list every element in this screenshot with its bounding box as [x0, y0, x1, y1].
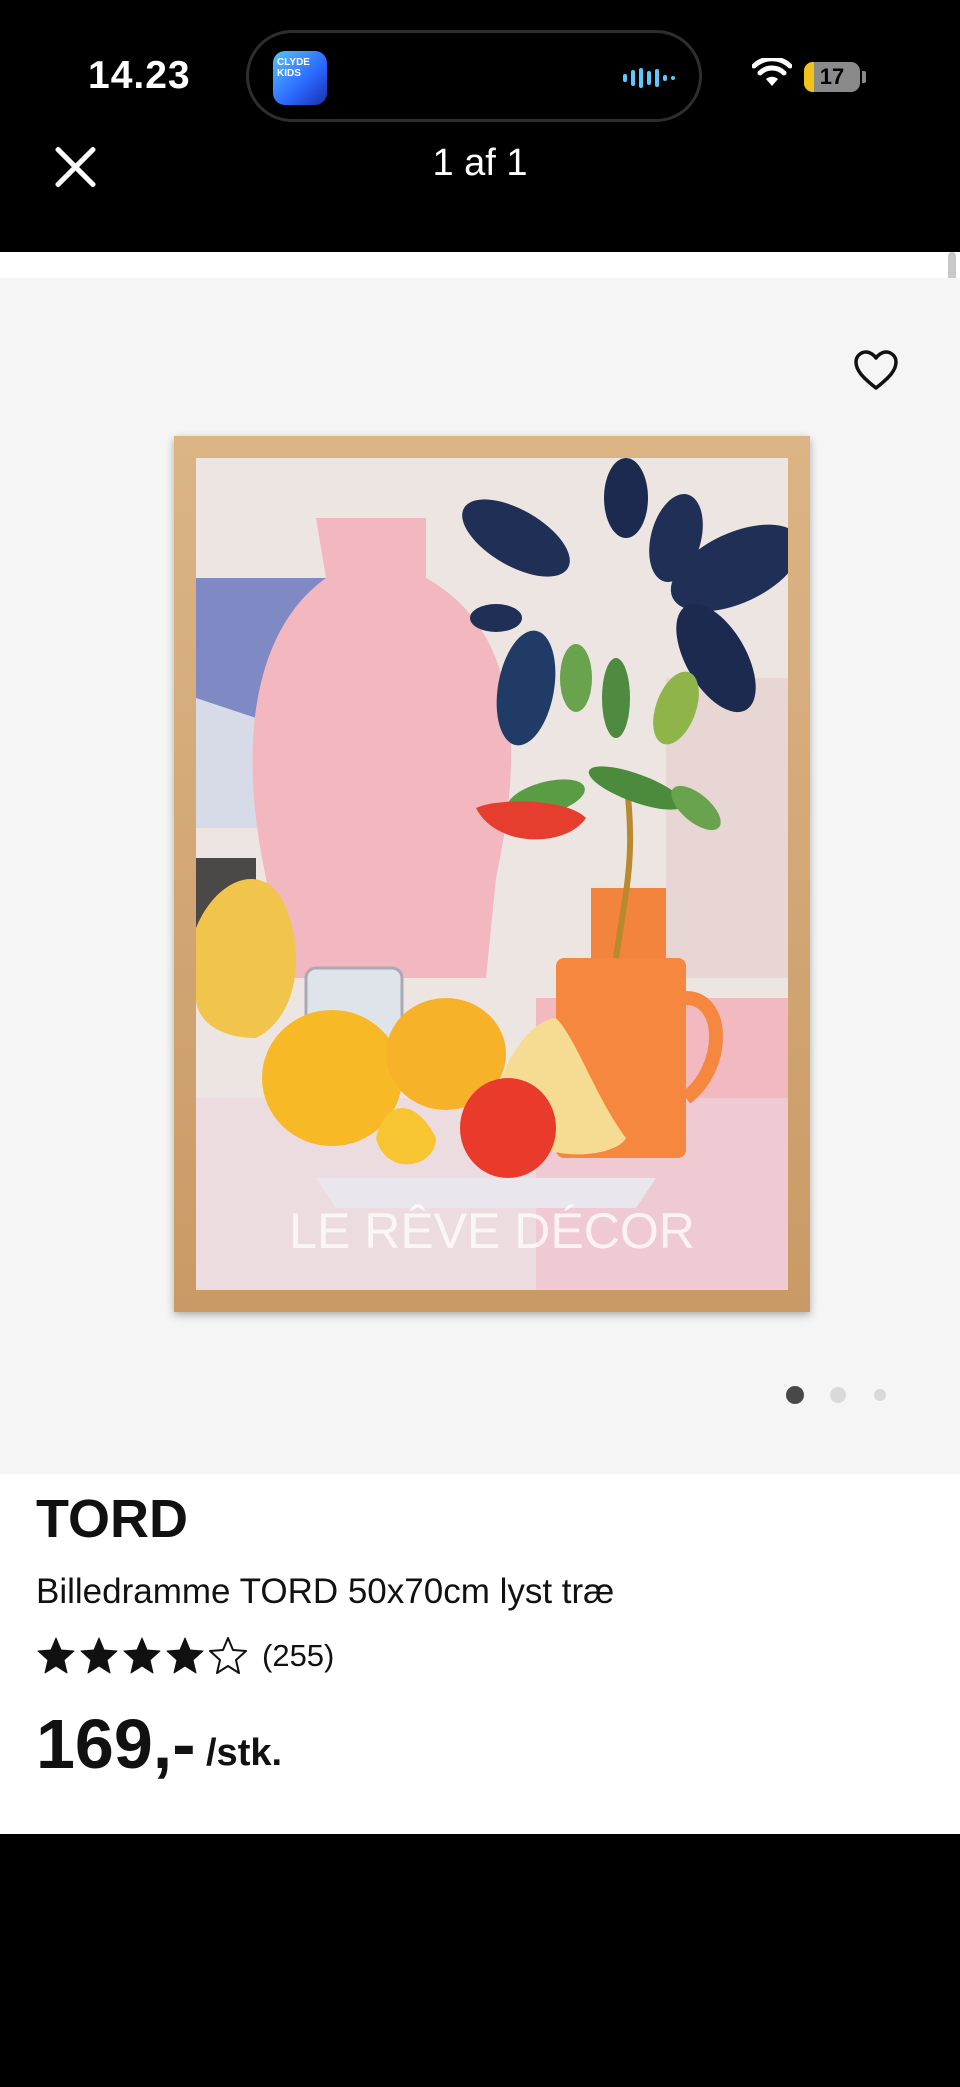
status-time: 14.23 — [88, 54, 191, 97]
star-filled-icon — [123, 1637, 161, 1674]
battery-percent: 17 — [819, 64, 845, 89]
gallery-dot-1[interactable] — [786, 1386, 804, 1404]
review-count[interactable]: (255) — [262, 1638, 334, 1674]
star-filled-icon — [166, 1637, 204, 1674]
product-image-area[interactable]: LE RÊVE DÉCOR — [0, 278, 960, 1474]
star-empty-icon — [209, 1637, 247, 1674]
gallery-dot-2[interactable] — [830, 1387, 846, 1403]
star-filled-icon — [37, 1637, 75, 1674]
artwork-watermark: LE RÊVE DÉCOR — [289, 1203, 695, 1259]
app-thumbnail-icon[interactable]: CLYDE KIDS — [273, 51, 327, 105]
star-filled-icon — [80, 1637, 118, 1674]
app-thumbnail-text: CLYDE KIDS — [277, 57, 310, 79]
artwork-illustration: LE RÊVE DÉCOR — [196, 458, 788, 1290]
product-price: 169,- — [36, 1705, 196, 1783]
picture-frame: LE RÊVE DÉCOR — [174, 436, 810, 1312]
product-card: LE RÊVE DÉCOR TORD Billedramme TORD 50x7… — [0, 252, 960, 1834]
image-pager: 1 af 1 — [432, 142, 528, 184]
battery-tip — [862, 71, 866, 83]
heart-icon[interactable] — [852, 348, 900, 392]
product-description[interactable]: Billedramme TORD 50x70cm lyst træ — [36, 1572, 614, 1612]
product-brand[interactable]: TORD — [36, 1488, 188, 1550]
frame-artwork: LE RÊVE DÉCOR — [196, 458, 788, 1290]
price-unit: /stk. — [206, 1732, 283, 1774]
wifi-icon — [752, 58, 792, 86]
battery-icon: 17 — [804, 62, 860, 92]
audio-wave-icon — [623, 65, 675, 91]
rating-stars[interactable] — [36, 1636, 248, 1676]
gallery-dot-3[interactable] — [874, 1389, 886, 1401]
dynamic-island[interactable]: CLYDE KIDS — [246, 30, 702, 122]
status-bar: 14.23 CLYDE KIDS 17 — [0, 0, 960, 160]
close-button[interactable] — [52, 144, 98, 190]
